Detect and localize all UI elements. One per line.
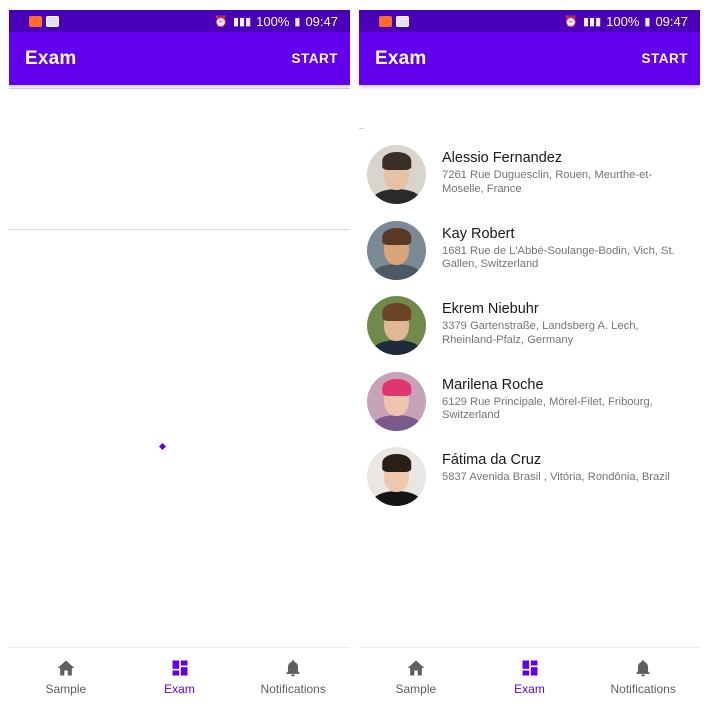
app-bar: Exam START — [9, 32, 350, 85]
nav-item-sample[interactable]: Sample — [359, 648, 473, 710]
notification-app-icon — [46, 15, 59, 27]
status-time: 09:47 — [305, 13, 338, 29]
user-address: 3379 Gartenstraße, Landsberg A. Lech, Rh… — [442, 320, 639, 346]
user-name: Alessio Fernandez — [442, 150, 563, 166]
user-name: Marilena Roche — [442, 376, 544, 393]
list-item[interactable]: Ekrem Niebuhr 3379 Gartenstraße, Landsbe… — [359, 296, 700, 372]
app-bar: Exam START — [359, 32, 700, 85]
user-address: 7261 Rue Duguesclin, Rouen, Meurthe-et-M… — [442, 169, 653, 195]
user-name: Ekrem Niebuhr — [442, 301, 539, 317]
user-list: Alessio Fernandez 7261 Rue Duguesclin, R… — [359, 145, 700, 523]
nav-item-sample[interactable]: Sample — [9, 648, 123, 710]
list-item[interactable]: Alessio Fernandez 7261 Rue Duguesclin, R… — [359, 145, 700, 221]
battery-icon: ▮ — [294, 15, 301, 28]
bottom-navigation: Sample Exam Notifications — [359, 647, 700, 710]
dashboard-icon — [170, 658, 190, 678]
nav-label: Notifications — [610, 682, 676, 696]
user-address: 5837 Avenida Brasil , Vitória, Rondônia,… — [442, 471, 670, 483]
avatar — [367, 296, 426, 355]
nav-item-exam[interactable]: Exam — [123, 648, 237, 710]
page-title: Exam — [25, 47, 77, 69]
battery-percent: 100% — [256, 13, 290, 29]
avatar — [367, 145, 426, 204]
card-edge — [359, 88, 364, 129]
signal-icon: ▮▮▮ — [232, 15, 252, 28]
battery-percent: 100% — [606, 13, 640, 29]
nav-label: Sample — [45, 682, 87, 696]
notification-app-icon — [379, 15, 392, 27]
nav-label: Exam — [514, 682, 545, 696]
nav-item-notifications[interactable]: Notifications — [586, 648, 700, 710]
nav-item-notifications[interactable]: Notifications — [236, 648, 350, 710]
bell-icon — [283, 658, 303, 678]
alarm-icon: ⏰ — [214, 15, 228, 28]
list-item[interactable]: Fátima da Cruz 5837 Avenida Brasil , Vit… — [359, 447, 700, 523]
phone-screen-loaded: ⏰ ▮▮▮ 100% ▮ 09:47 Exam START Alessio Fe… — [359, 10, 700, 718]
user-address: 1681 Rue de L'Abbé-Soulange-Bodin, Vich,… — [442, 244, 675, 271]
alarm-icon: ⏰ — [564, 15, 578, 28]
notification-app-icon — [396, 15, 409, 27]
bell-icon — [633, 658, 653, 678]
nav-label: Sample — [395, 682, 437, 696]
nav-label: Exam — [164, 682, 195, 696]
phone-screen-loading: ⏰ ▮▮▮ 100% ▮ 09:47 Exam START Sample Exa… — [9, 10, 350, 718]
status-time: 09:47 — [655, 13, 688, 29]
avatar — [367, 220, 426, 280]
avatar — [367, 447, 426, 506]
list-item[interactable]: Marilena Roche 6129 Rue Principale, Möre… — [359, 371, 700, 448]
status-bar: ⏰ ▮▮▮ 100% ▮ 09:47 — [359, 10, 700, 32]
list-item[interactable]: Kay Robert 1681 Rue de L'Abbé-Soulange-B… — [359, 220, 700, 297]
home-icon — [56, 658, 76, 678]
start-button[interactable]: START — [642, 51, 689, 66]
start-button[interactable]: START — [292, 51, 339, 66]
avatar — [367, 371, 426, 431]
loading-placeholder-card — [9, 88, 350, 230]
page-title: Exam — [375, 47, 427, 69]
notification-app-icon — [29, 15, 42, 27]
loading-indicator — [158, 442, 167, 451]
status-bar: ⏰ ▮▮▮ 100% ▮ 09:47 — [9, 10, 350, 32]
dashboard-icon — [520, 658, 540, 678]
signal-icon: ▮▮▮ — [582, 15, 602, 28]
battery-icon: ▮ — [644, 15, 651, 28]
user-name: Fátima da Cruz — [442, 452, 542, 468]
home-icon — [406, 658, 426, 678]
nav-item-exam[interactable]: Exam — [473, 648, 587, 710]
user-address: 6129 Rue Principale, Mörel-Filet, Fribou… — [442, 395, 653, 422]
user-name: Kay Robert — [442, 225, 515, 242]
bottom-navigation: Sample Exam Notifications — [9, 647, 350, 710]
nav-label: Notifications — [260, 682, 326, 696]
